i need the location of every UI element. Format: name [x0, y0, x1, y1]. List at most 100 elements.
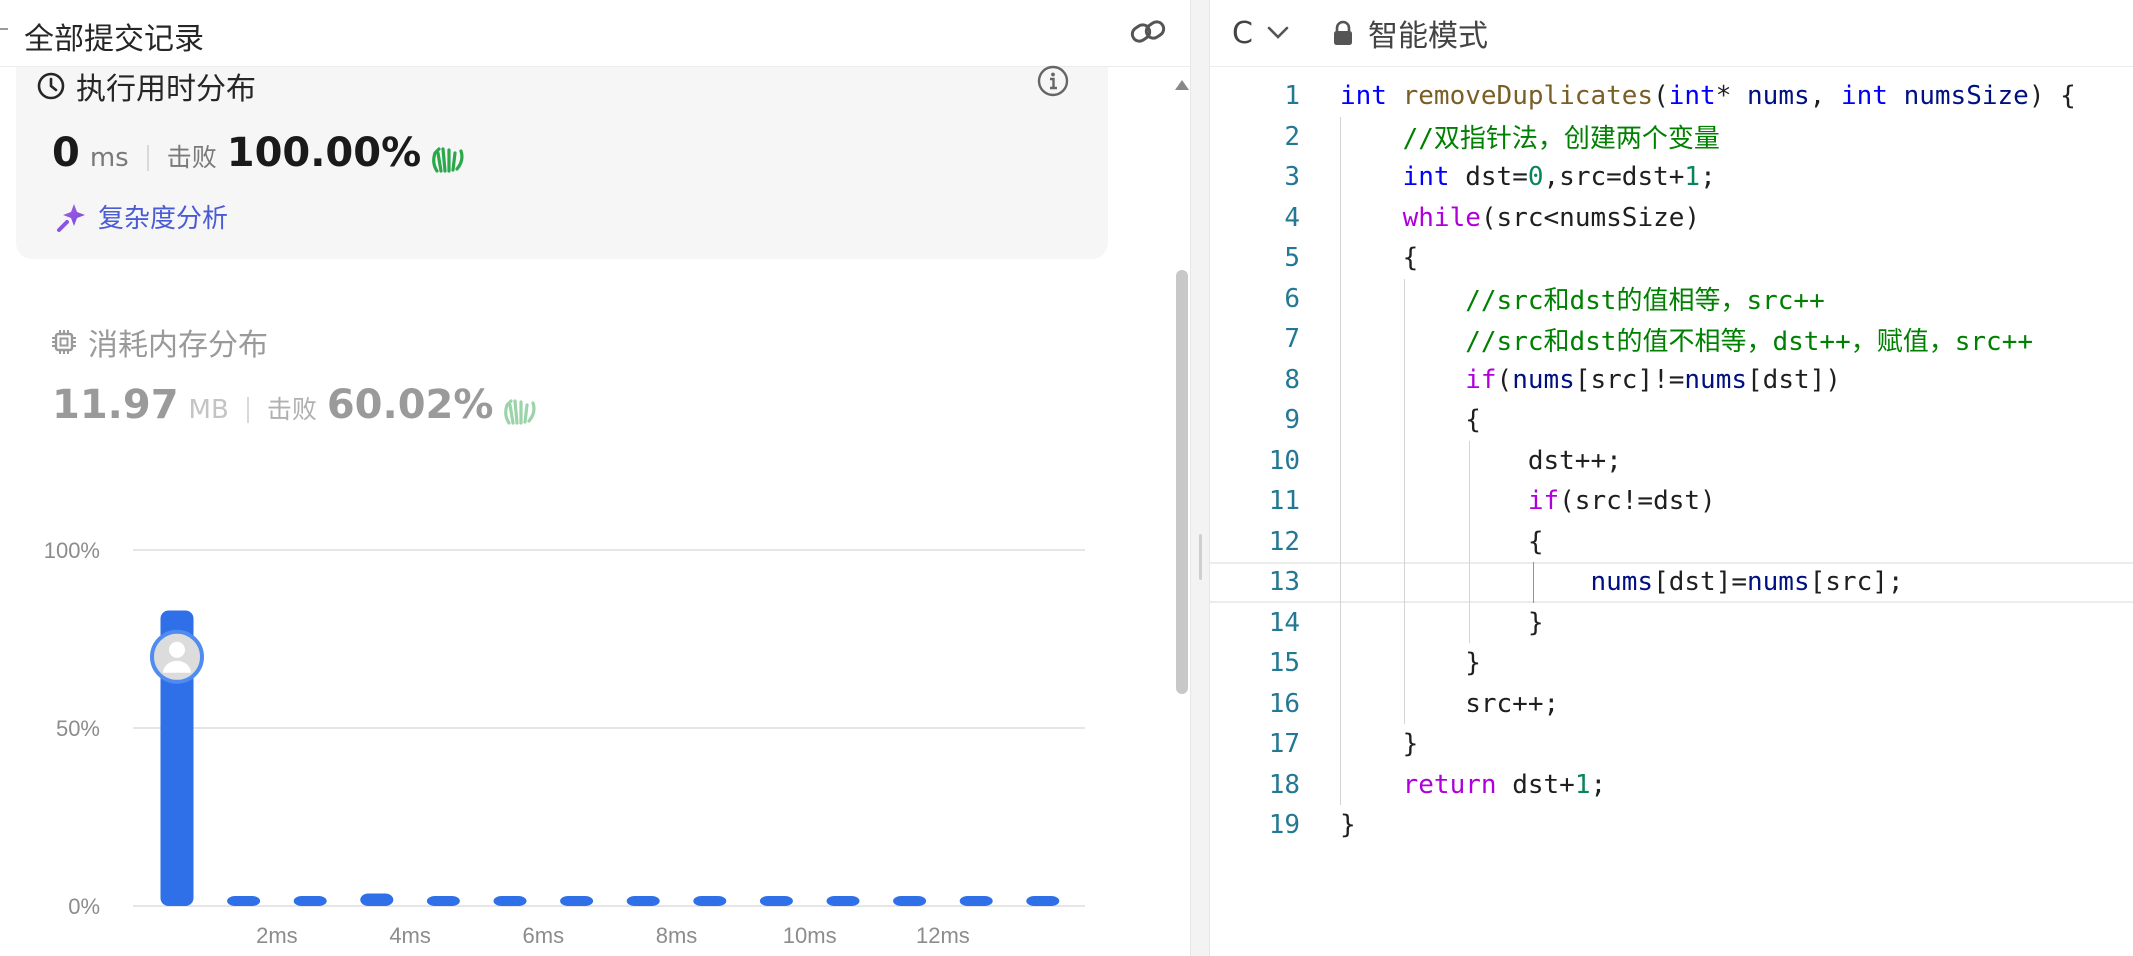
chart-bar[interactable] [693, 896, 727, 906]
code-text[interactable]: nums[dst]=nums[src]; [1340, 567, 1903, 597]
code-text[interactable]: } [1340, 729, 1419, 759]
y-tick-label: 100% [44, 538, 100, 563]
code-line[interactable]: 14 } [1210, 603, 2133, 644]
code-text[interactable]: int dst=0,src=dst+1; [1340, 162, 1716, 192]
code-text[interactable]: //src和dst的值不相等，dst++，赋值，src++ [1340, 321, 2033, 358]
code-text[interactable]: dst++; [1340, 446, 1622, 476]
indent-guide [1468, 440, 1470, 643]
code-text[interactable]: int removeDuplicates(int* nums, int nums… [1340, 81, 2076, 111]
code-line[interactable]: 15 } [1210, 643, 2133, 684]
user-avatar-marker[interactable] [150, 629, 204, 684]
code-line[interactable]: 6 //src和dst的值相等，src++ [1210, 279, 2133, 320]
memory-beat-label: 击败 [266, 395, 317, 424]
code-line[interactable]: 4 while(src<numsSize) [1210, 198, 2133, 239]
code-line[interactable]: 10 dst++; [1210, 441, 2133, 482]
code-line[interactable]: 19} [1210, 805, 2133, 846]
runtime-distribution-chart[interactable]: 100% 50% 0% 2ms 4ms 6ms 8ms 10ms 12ms [0, 530, 1110, 956]
chart-bar[interactable] [360, 893, 394, 906]
code-line[interactable]: 16 src++; [1210, 684, 2133, 725]
code-line[interactable]: 18 return dst+1; [1210, 765, 2133, 806]
chart-bar[interactable] [426, 896, 460, 906]
code-text[interactable]: //src和dst的值相等，src++ [1340, 280, 1825, 317]
language-select[interactable]: C [1232, 14, 1289, 52]
line-number: 3 [1284, 162, 1300, 193]
code-line[interactable]: 1 int removeDuplicates(int* nums, int num… [1210, 76, 2133, 117]
smart-mode-toggle[interactable]: 智能模式 [1332, 14, 1488, 54]
runtime-percent: 100.00% [226, 130, 422, 176]
chart-bar[interactable] [959, 896, 993, 906]
runtime-stat: 0 ms 击败 100.00% [52, 130, 465, 186]
editor-toolbar: C 智能模式 [1210, 0, 2133, 67]
code-editor[interactable]: 1 int removeDuplicates(int* nums, int num… [1210, 81, 2133, 956]
runtime-title-row: 执行用时分布 [36, 68, 256, 107]
code-text[interactable]: return dst+1; [1340, 770, 1607, 800]
runtime-title: 执行用时分布 [76, 72, 256, 107]
memory-title-row[interactable]: 消耗内存分布 [50, 320, 268, 364]
code-line[interactable]: 8 if(nums[src]!=nums[dst]) [1210, 360, 2133, 401]
chart-bar[interactable] [493, 896, 527, 906]
code-line[interactable]: 17 } [1210, 724, 2133, 765]
code-text[interactable]: { [1340, 527, 1544, 557]
code-line[interactable]: 9 { [1210, 400, 2133, 441]
code-text[interactable]: while(src<numsSize) [1340, 203, 1700, 233]
code-line[interactable]: 2 //双指针法，创建两个变量 [1210, 117, 2133, 158]
code-text[interactable]: //双指针法，创建两个变量 [1340, 118, 1720, 155]
line-number: 18 [1268, 769, 1300, 800]
code-text[interactable]: { [1340, 243, 1419, 273]
app: 全部提交记录 执行用时分布 0 ms 击败 100.00% 复杂度分析 消耗内存… [0, 0, 2133, 956]
code-line[interactable]: 3 int dst=0,src=dst+1; [1210, 157, 2133, 198]
code-line[interactable]: 12 { [1210, 522, 2133, 563]
code-line[interactable]: 11 if(src!=dst) [1210, 481, 2133, 522]
panel-splitter[interactable] [1190, 0, 1210, 956]
line-number: 19 [1268, 810, 1300, 841]
code-text[interactable]: if(nums[src]!=nums[dst]) [1340, 365, 1841, 395]
code-text[interactable]: } [1340, 608, 1544, 638]
panel-title[interactable]: 全部提交记录 [24, 14, 204, 58]
chart-bar[interactable] [1026, 896, 1060, 906]
line-number: 16 [1268, 688, 1300, 719]
chart-bar[interactable] [560, 896, 594, 906]
chart-bar[interactable] [893, 896, 927, 906]
y-tick-label: 0% [68, 894, 100, 919]
code-text[interactable]: { [1340, 405, 1481, 435]
back-arrow-icon[interactable] [0, 28, 8, 30]
line-number: 14 [1268, 607, 1300, 638]
splitter-grip[interactable] [1199, 534, 1202, 580]
complexity-analysis-link[interactable]: 复杂度分析 [54, 198, 228, 235]
chart-bar[interactable] [227, 896, 261, 906]
code-editor-panel: C 智能模式 1 int removeDuplicates(int* nums, … [1210, 0, 2133, 956]
memory-value: 11.97 [52, 382, 179, 428]
code-line[interactable]: 7 //src和dst的值不相等，dst++，赋值，src++ [1210, 319, 2133, 360]
chart-bar[interactable] [826, 896, 860, 906]
x-tick-label: 6ms [523, 923, 565, 948]
clock-icon [37, 72, 65, 100]
code-text[interactable]: src++; [1340, 689, 1559, 719]
code-line[interactable]: 13 nums[dst]=nums[src]; [1210, 562, 2133, 603]
left-scrollbar-thumb[interactable] [1176, 270, 1188, 694]
submission-detail-panel: 全部提交记录 执行用时分布 0 ms 击败 100.00% 复杂度分析 消耗内存… [0, 0, 1190, 956]
line-number: 2 [1284, 121, 1300, 152]
language-label: C [1232, 15, 1253, 51]
chart-bar[interactable] [626, 896, 660, 906]
chevron-down-icon [1267, 26, 1289, 39]
indent-guide [1404, 278, 1406, 724]
line-number: 17 [1268, 729, 1300, 760]
x-tick-label: 12ms [916, 923, 970, 948]
mode-label: 智能模式 [1368, 19, 1488, 54]
scroll-up-arrow-icon[interactable] [1175, 80, 1189, 90]
line-number: 10 [1268, 445, 1300, 476]
code-line[interactable]: 5 { [1210, 238, 2133, 279]
line-number: 9 [1284, 405, 1300, 436]
code-text[interactable]: } [1340, 648, 1481, 678]
runtime-beat-label: 击败 [166, 143, 217, 172]
memory-percent: 60.02% [326, 382, 494, 428]
code-text[interactable]: if(src!=dst) [1340, 486, 1716, 516]
info-icon[interactable] [1036, 64, 1070, 98]
link-icon[interactable] [1128, 14, 1168, 50]
line-number: 6 [1284, 283, 1300, 314]
chart-bar[interactable] [759, 896, 793, 906]
indent-guide [1340, 116, 1341, 805]
code-text[interactable]: } [1340, 810, 1356, 840]
chart-bar[interactable] [293, 896, 327, 906]
line-number: 15 [1268, 648, 1300, 679]
